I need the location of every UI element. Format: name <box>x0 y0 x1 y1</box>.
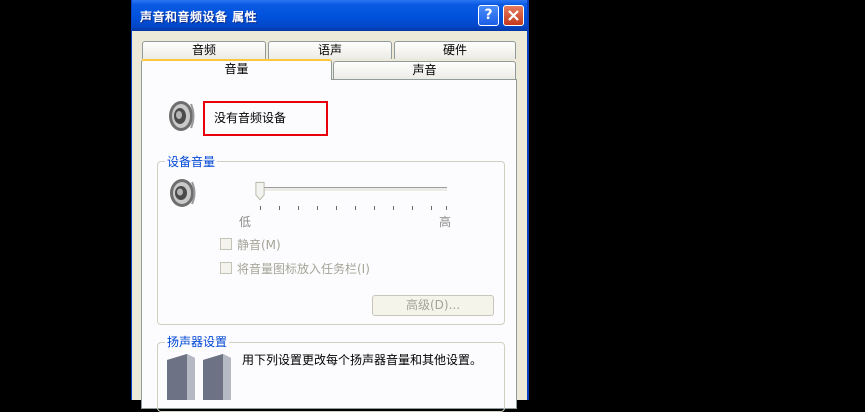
tab-volume[interactable]: 音量 <box>141 59 332 80</box>
tick <box>355 206 356 210</box>
tab-audio[interactable]: 音频 <box>142 41 266 59</box>
title-bar[interactable]: 声音和音频设备 属性 ? <box>132 0 527 31</box>
tick <box>393 206 394 210</box>
tick <box>431 206 432 210</box>
close-icon <box>508 10 519 21</box>
tab-sounds[interactable]: 声音 <box>333 61 516 79</box>
volume-slider-thumb[interactable] <box>255 181 265 201</box>
tab-hardware[interactable]: 硬件 <box>394 41 516 59</box>
tray-icon-checkbox[interactable] <box>220 262 232 274</box>
tick <box>279 206 280 210</box>
volume-slider-track[interactable] <box>259 187 447 192</box>
advanced-button[interactable]: 高级(D)... <box>372 295 494 316</box>
help-button[interactable]: ? <box>478 5 499 26</box>
mute-checkbox[interactable] <box>220 238 232 250</box>
volume-icon <box>170 179 196 207</box>
tick <box>412 206 413 210</box>
tick <box>446 206 447 210</box>
tick <box>374 206 375 210</box>
tick <box>260 206 261 210</box>
volume-high-label: 高 <box>439 215 452 229</box>
tick <box>317 206 318 210</box>
speaker-settings-description: 用下列设置更改每个扬声器音量和其他设置。 <box>242 353 483 367</box>
device-name: 没有音频设备 <box>214 111 287 125</box>
speaker-settings-group-title: 扬声器设置 <box>165 333 230 350</box>
window-title: 声音和音频设备 属性 <box>140 10 258 24</box>
speakers-icon <box>167 354 231 400</box>
tab-voice[interactable]: 语声 <box>268 41 392 59</box>
mute-label: 静音(M) <box>237 238 281 252</box>
close-button[interactable] <box>503 5 524 26</box>
device-volume-group-title: 设备音量 <box>165 153 218 170</box>
tray-icon-label: 将音量图标放入任务栏(I) <box>237 262 370 276</box>
speaker-icon <box>169 101 195 131</box>
tick <box>298 206 299 210</box>
volume-low-label: 低 <box>239 215 252 229</box>
tick <box>336 206 337 210</box>
help-icon: ? <box>484 7 493 23</box>
